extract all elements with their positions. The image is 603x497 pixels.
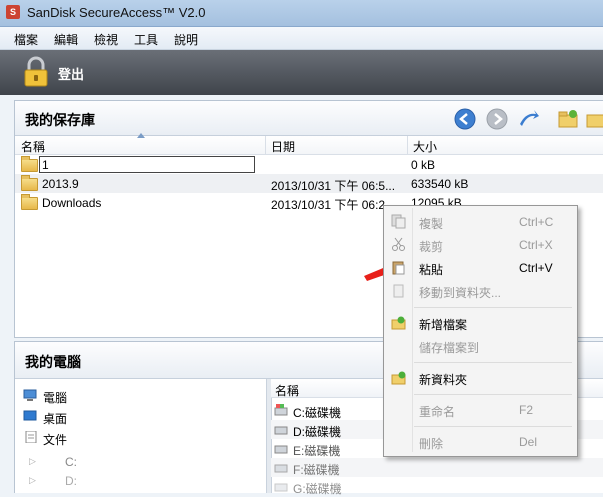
drive-label: D:磁碟機 [293,425,342,439]
menu-tools[interactable]: 工具 [134,31,158,48]
column-size[interactable]: 大小 [413,138,437,155]
folder-icon [21,175,38,191]
menu-item-label: 移動到資料夾... [419,286,502,300]
menu-item-label: 新資料夾 [419,373,468,387]
move-icon [393,284,404,298]
folder-toolbar-icon[interactable] [585,108,603,130]
row-date: 2013/10/31 下午 06:2... [271,198,396,212]
tree-item-c[interactable]: C: [65,455,77,469]
table-row[interactable]: 1 0 kB [15,155,603,174]
tree-item-d[interactable]: D: [65,474,77,488]
row-date: 2013/10/31 下午 06:5... [271,179,396,193]
drive-icon [274,483,288,492]
drive-icon [274,464,288,473]
menu-item-label: 儲存檔案到 [419,341,480,355]
list-item[interactable]: G:磁碟機 [271,477,603,496]
menu-file[interactable]: 檔案 [14,31,38,48]
documents-icon [25,431,37,443]
folder-icon [21,156,38,172]
list-item[interactable]: F:磁碟機 [271,458,603,477]
menu-item-delete[interactable]: 刪除 Del [384,432,577,452]
logout-button[interactable]: 登出 [58,64,84,83]
menu-item-label: 複製 [419,217,444,231]
drive-label: F:磁碟機 [293,463,340,477]
menu-separator [414,426,572,427]
menu-item-shortcut: Del [519,435,538,449]
menu-item-new-folder[interactable]: 新資料夾 [384,368,577,388]
tree-item-desktop[interactable]: 桌面 [43,410,67,427]
back-icon[interactable] [454,108,476,130]
column-name[interactable]: 名稱 [275,382,299,399]
menu-item-rename[interactable]: 重命名 F2 [384,400,577,420]
scissors-icon [392,237,405,251]
expand-arrow-icon[interactable]: ▷ [29,475,36,486]
system-drive-icon [274,404,288,416]
forward-icon[interactable] [486,108,508,130]
column-divider[interactable] [407,136,408,154]
vault-header: 我的保存庫 [15,101,603,136]
logout-bar: 登出 [0,50,603,95]
row-name: Downloads [42,196,102,210]
vault-column-header: 名稱 日期 大小 [15,133,603,155]
menu-separator [414,394,572,395]
menu-item-copy[interactable]: 複製 Ctrl+C [384,212,577,232]
menu-item-shortcut: Ctrl+X [519,238,553,252]
up-folder-icon[interactable] [518,108,540,130]
column-divider[interactable] [265,136,266,154]
add-file-icon [391,316,406,330]
menu-help[interactable]: 說明 [174,31,198,48]
drive-label: G:磁碟機 [293,482,342,496]
column-date[interactable]: 日期 [271,138,295,155]
expand-arrow-icon[interactable]: ▷ [29,456,36,467]
computer-icon [23,389,37,401]
row-name: 1 [42,158,49,172]
folder-tree: 電腦 桌面 文件 ▷ C: ▷ D: [15,379,266,493]
menu-item-cut[interactable]: 裁剪 Ctrl+X [384,235,577,255]
menu-separator [414,307,572,308]
desktop-icon [23,410,37,421]
menu-item-label: 重命名 [419,405,456,419]
menu-item-add-file[interactable]: 新增檔案 [384,313,577,333]
app-icon: S [6,5,20,19]
computer-title: 我的電腦 [25,354,81,370]
lock-icon[interactable] [22,56,50,88]
row-size: 633540 kB [411,177,469,191]
title-bar: S SanDisk SecureAccess™ V2.0 [0,0,603,27]
vault-title: 我的保存庫 [25,112,95,128]
row-size: 0 kB [411,158,436,172]
menu-item-move-to-folder[interactable]: 移動到資料夾... [384,281,577,301]
menu-item-save-file-to[interactable]: 儲存檔案到 [384,336,577,356]
sort-arrow-icon [137,133,145,138]
tree-item-documents[interactable]: 文件 [43,431,67,448]
menu-edit[interactable]: 編輯 [54,31,78,48]
menu-item-label: 粘貼 [419,263,444,277]
menu-item-label: 新增檔案 [419,318,468,332]
drive-label: C:磁碟機 [293,406,342,420]
table-row[interactable]: 2013.9 2013/10/31 下午 06:5... 633540 kB [15,174,603,193]
drive-label: E:磁碟機 [293,444,341,458]
copy-icon [391,214,406,229]
column-name[interactable]: 名稱 [21,138,45,155]
row-name: 2013.9 [42,177,79,191]
menu-bar: 檔案 編輯 檢視 工具 說明 [0,27,603,50]
rename-field[interactable] [39,156,255,173]
window-title: SanDisk SecureAccess™ V2.0 [27,5,206,20]
paste-icon [392,261,405,275]
menu-view[interactable]: 檢視 [94,31,118,48]
menu-item-shortcut: Ctrl+V [519,261,553,275]
menu-item-shortcut: F2 [519,403,534,417]
new-folder-icon [391,371,406,385]
context-menu: 複製 Ctrl+C 裁剪 Ctrl+X 粘貼 Ctrl+V 移動到資料夾... … [383,205,578,457]
folder-icon [21,194,38,210]
drive-icon [274,445,288,454]
menu-separator [414,362,572,363]
menu-item-label: 裁剪 [419,240,444,254]
menu-item-paste[interactable]: 粘貼 Ctrl+V [384,258,577,278]
drive-icon [274,426,288,435]
new-folder-toolbar-icon[interactable] [557,108,579,130]
menu-item-label: 刪除 [419,437,444,451]
tree-item-computer[interactable]: 電腦 [43,389,67,406]
menu-item-shortcut: Ctrl+C [519,215,554,229]
